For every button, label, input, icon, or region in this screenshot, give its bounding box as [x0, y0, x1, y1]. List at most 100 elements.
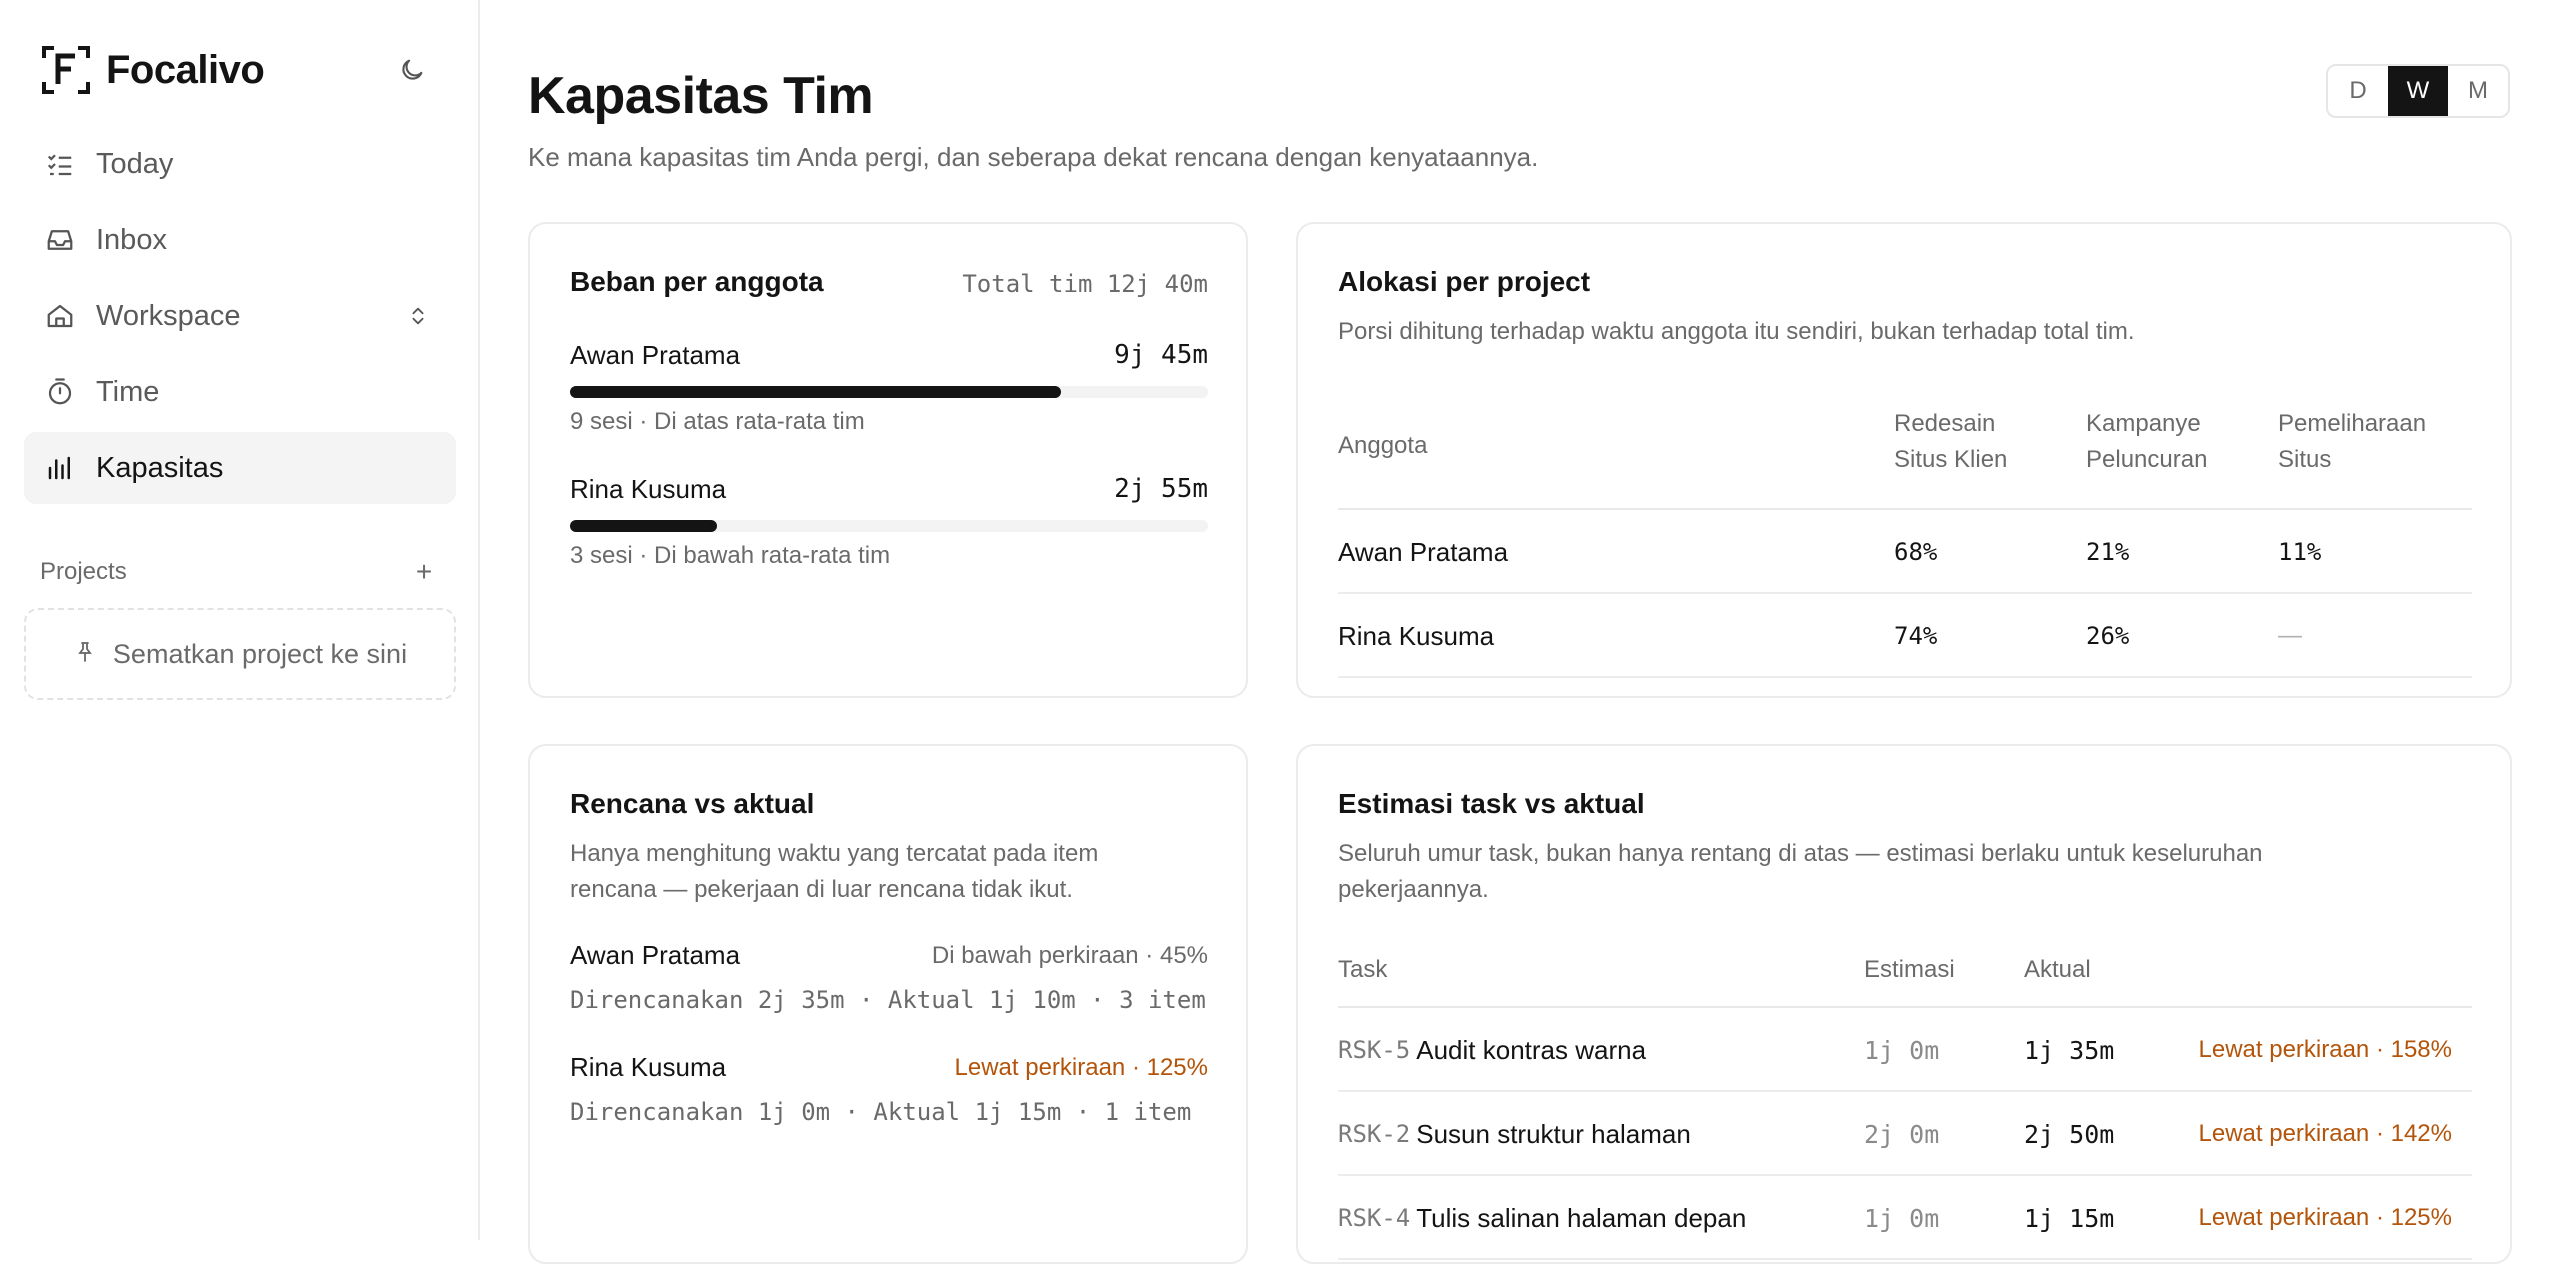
chevron-up-down-icon — [404, 302, 432, 330]
app-name: Focalivo — [106, 47, 265, 92]
page-title: Kapasitas Tim — [528, 67, 874, 125]
member-name: Rina Kusuma — [570, 474, 727, 504]
add-project-button[interactable]: + — [408, 556, 440, 588]
member-note: 3 sesi · Di bawah rata-rata tim — [570, 542, 891, 569]
plan-vs-actual-card: Rencana vs aktual Hanya menghitung waktu… — [528, 744, 1248, 1264]
plan-actual-detail: Direncanakan 2j 35m · Aktual 1j 10m · 3 … — [570, 986, 1206, 1014]
column-header-member: Anggota — [1338, 432, 1428, 459]
table-row: Awan Pratama 68% 21% 11% — [1338, 510, 2472, 594]
plan-actual-row: Rina Kusuma Lewat perkiraan · 125% Diren… — [570, 1052, 1208, 1126]
allocation-value: 26% — [2086, 622, 2130, 650]
sidebar-item-workspace[interactable]: Workspace — [24, 280, 456, 352]
card-description-line: pekerjaannya. — [1338, 876, 1489, 903]
sidebar: Focalivo Today Inbox Workspace Time Kapa… — [0, 0, 480, 1240]
allocation-value-empty: — — [2278, 622, 2302, 649]
card-description-line: rencana — pekerjaan di luar rencana tida… — [570, 876, 1073, 903]
member-note: 9 sesi · Di atas rata-rata tim — [570, 408, 865, 435]
column-header-line: Situs Klien — [1894, 446, 2008, 473]
moon-icon — [398, 56, 426, 89]
table-row[interactable]: RSK-5 Audit kontras warna 1j 0m 1j 35m L… — [1338, 1008, 2472, 1092]
task-actual: 2j 50m — [2024, 1119, 2115, 1149]
theme-toggle-button[interactable] — [392, 52, 432, 92]
task-estimate: 1j 0m — [1864, 1035, 1940, 1065]
task-cell: RSK-2 Susun struktur halaman — [1338, 1092, 1691, 1176]
member-name: Awan Pratama — [1338, 536, 1509, 567]
range-week-button[interactable]: W — [2388, 66, 2448, 116]
task-name[interactable]: Audit kontras warna — [1416, 1035, 1646, 1066]
task-id: RSK-2 — [1338, 1120, 1411, 1148]
sidebar-item-time[interactable]: Time — [24, 356, 456, 428]
task-estimate: 1j 0m — [1864, 1203, 1940, 1233]
projects-title: Projects — [40, 558, 127, 585]
inbox-icon — [44, 224, 76, 256]
estimate-status: Lewat perkiraan · 142% — [2198, 1120, 2452, 1147]
allocation-per-project-card: Alokasi per project Porsi dihitung terha… — [1296, 222, 2512, 698]
task-table: Task Estimasi Aktual RSK-5 Audit kontras… — [1338, 942, 2472, 1260]
card-title: Estimasi task vs aktual — [1338, 788, 1645, 819]
range-switch: D W M — [2326, 64, 2510, 118]
task-estimate-card: Estimasi task vs aktual Seluruh umur tas… — [1296, 744, 2512, 1264]
member-time: 2j 55m — [1114, 474, 1208, 504]
load-bar-track — [570, 520, 1208, 532]
allocation-value: 74% — [1894, 622, 1938, 650]
card-description-line: Seluruh umur task, bukan hanya rentang d… — [1338, 840, 2263, 867]
task-name[interactable]: Tulis salinan halaman depan — [1416, 1203, 1746, 1234]
member-time: 9j 45m — [1114, 340, 1208, 370]
estimate-status: Di bawah perkiraan · 45% — [931, 942, 1208, 969]
team-total: Total tim 12j 40m — [962, 270, 1208, 298]
sidebar-item-kapasitas[interactable]: Kapasitas — [24, 432, 456, 504]
card-description-line: Hanya menghitung waktu yang tercatat pad… — [570, 840, 1099, 867]
sidebar-item-label: Time — [96, 375, 160, 408]
card-description: Seluruh umur task, bukan hanya rentang d… — [1338, 836, 2263, 908]
plan-actual-detail: Direncanakan 1j 0m · Aktual 1j 15m · 1 i… — [570, 1098, 1192, 1126]
card-title: Rencana vs aktual — [570, 788, 815, 819]
column-header-line: Peluncuran — [2086, 446, 2208, 473]
column-header-estimate: Estimasi — [1864, 956, 1955, 983]
card-title: Beban per anggota — [570, 266, 824, 297]
estimate-status: Lewat perkiraan · 158% — [2198, 1036, 2452, 1063]
pin-project-label: Sematkan project ke sini — [112, 638, 408, 669]
table-row: Rina Kusuma 74% 26% — — [1338, 594, 2472, 678]
column-header-actual: Aktual — [2024, 956, 2091, 983]
card-description: Hanya menghitung waktu yang tercatat pad… — [570, 836, 1098, 908]
page-subtitle: Ke mana kapasitas tim Anda pergi, dan se… — [528, 142, 1539, 172]
task-estimate: 2j 0m — [1864, 1119, 1940, 1149]
pin-icon — [73, 639, 97, 670]
load-per-member-card: Beban per anggota Total tim 12j 40m Awan… — [528, 222, 1248, 698]
column-header-line: Pemeliharaan — [2278, 410, 2427, 437]
column-header-project: Redesain Situs Klien — [1894, 406, 2007, 478]
sidebar-item-inbox[interactable]: Inbox — [24, 204, 456, 276]
task-cell: RSK-5 Audit kontras warna — [1338, 1008, 1646, 1092]
allocation-value: 21% — [2086, 538, 2130, 566]
task-id: RSK-4 — [1338, 1204, 1411, 1232]
column-header-project: Pemeliharaan Situs — [2278, 406, 2426, 478]
task-id: RSK-5 — [1338, 1036, 1411, 1064]
sidebar-item-label: Today — [96, 147, 174, 180]
range-day-button[interactable]: D — [2328, 66, 2388, 116]
card-title: Alokasi per project — [1338, 266, 1591, 297]
member-name: Rina Kusuma — [1338, 620, 1495, 651]
column-header-line: Kampanye — [2086, 410, 2201, 437]
task-actual: 1j 35m — [2024, 1035, 2115, 1065]
plan-actual-row: Awan Pratama Di bawah perkiraan · 45% Di… — [570, 940, 1208, 1014]
home-icon — [44, 300, 76, 332]
checklist-icon — [44, 148, 76, 180]
table-row[interactable]: RSK-4 Tulis salinan halaman depan 1j 0m … — [1338, 1176, 2472, 1260]
load-bar-track — [570, 386, 1208, 398]
member-load-row: Awan Pratama 9j 45m 9 sesi · Di atas rat… — [570, 340, 1208, 435]
brand[interactable]: Focalivo — [40, 44, 265, 96]
table-row[interactable]: RSK-2 Susun struktur halaman 2j 0m 2j 50… — [1338, 1092, 2472, 1176]
sidebar-item-label: Workspace — [96, 299, 241, 332]
card-description: Porsi dihitung terhadap waktu anggota it… — [1338, 318, 2135, 345]
allocation-table: Anggota Redesain Situs Klien Kampanye Pe… — [1338, 394, 2472, 678]
range-month-button[interactable]: M — [2448, 66, 2508, 116]
pin-project-dropzone[interactable]: Sematkan project ke sini — [24, 608, 456, 700]
sidebar-item-today[interactable]: Today — [24, 128, 456, 200]
column-header-project: Kampanye Peluncuran — [2086, 406, 2207, 478]
sidebar-nav: Today Inbox Workspace Time Kapasitas — [24, 128, 456, 508]
column-header-line: Redesain — [1894, 410, 1996, 437]
task-name[interactable]: Susun struktur halaman — [1416, 1119, 1691, 1150]
column-header-task: Task — [1338, 956, 1388, 983]
member-load-row: Rina Kusuma 2j 55m 3 sesi · Di bawah rat… — [570, 474, 1208, 569]
member-name: Awan Pratama — [570, 340, 741, 370]
